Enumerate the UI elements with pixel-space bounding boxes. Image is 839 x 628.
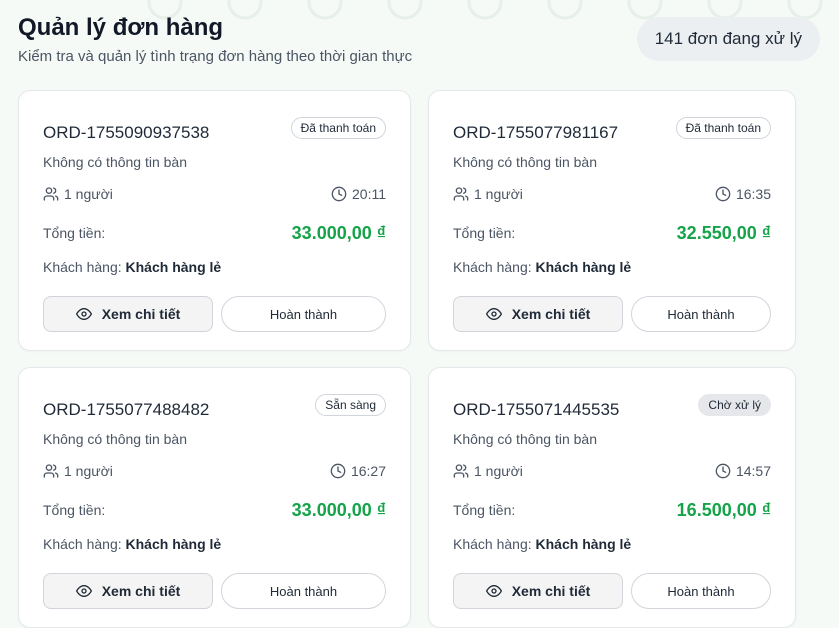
customer-label: Khách hàng: (453, 259, 532, 275)
order-card: ORD-1755077981167 Đã thanh toán Không có… (428, 90, 796, 351)
total-value: 33.000,00 ₫ (291, 500, 386, 520)
customer-row: Khách hàng: Khách hàng lẻ (43, 257, 386, 277)
users-icon (453, 464, 469, 478)
order-id: ORD-1755071445535 (453, 400, 620, 419)
order-time: 16:35 (715, 184, 771, 204)
guest-count-label: 1 người (64, 463, 113, 479)
complete-button[interactable]: Hoàn thành (221, 573, 386, 609)
status-badge: Sẵn sàng (315, 394, 386, 416)
customer-row: Khách hàng: Khách hàng lẻ (453, 534, 771, 554)
order-card: ORD-1755071445535 Chờ xử lý Không có thô… (428, 367, 796, 628)
customer-label: Khách hàng: (453, 536, 532, 552)
status-badge: Đã thanh toán (290, 117, 386, 139)
order-card: ORD-1755077488482 Sẵn sàng Không có thôn… (18, 367, 411, 628)
eye-icon (75, 585, 92, 597)
page-subtitle: Kiểm tra và quản lý tình trạng đơn hàng … (18, 48, 413, 65)
customer-label: Khách hàng: (43, 259, 122, 275)
order-time-label: 16:27 (350, 463, 386, 479)
view-detail-button[interactable]: Xem chi tiết (43, 296, 213, 332)
status-badge: Đã thanh toán (675, 117, 771, 139)
active-orders-count: 141 đơn đang xử lý (636, 17, 820, 61)
total-value: 33.000,00 ₫ (291, 223, 386, 243)
complete-button[interactable]: Hoàn thành (221, 296, 386, 332)
table-info: Không có thông tin bàn (453, 154, 598, 170)
customer-name: Khách hàng lẻ (535, 536, 632, 552)
guest-count: 1 người (453, 184, 523, 204)
view-detail-button[interactable]: Xem chi tiết (453, 296, 623, 332)
order-time: 20:11 (331, 184, 386, 204)
view-detail-label: Xem chi tiết (101, 583, 181, 599)
clock-icon (715, 463, 731, 479)
customer-row: Khách hàng: Khách hàng lẻ (453, 257, 771, 277)
guest-count-label: 1 người (474, 186, 523, 202)
guest-count: 1 người (43, 461, 113, 481)
complete-button[interactable]: Hoàn thành (631, 296, 771, 332)
order-time-label: 20:11 (352, 186, 386, 202)
view-detail-label: Xem chi tiết (511, 306, 591, 322)
eye-icon (75, 308, 92, 320)
clock-icon (331, 186, 347, 202)
page-header: Quản lý đơn hàng Kiểm tra và quản lý tìn… (18, 12, 412, 67)
eye-icon (485, 308, 502, 320)
guest-count-label: 1 người (64, 186, 113, 202)
eye-icon (485, 585, 502, 597)
page-title: Quản lý đơn hàng (18, 14, 224, 41)
status-badge: Chờ xử lý (698, 394, 771, 416)
customer-row: Khách hàng: Khách hàng lẻ (43, 534, 386, 554)
table-info: Không có thông tin bàn (453, 431, 598, 447)
order-id: ORD-1755077488482 (43, 400, 210, 419)
total-value: 16.500,00 ₫ (676, 500, 771, 520)
order-id: ORD-1755077981167 (453, 123, 619, 142)
view-detail-label: Xem chi tiết (511, 583, 591, 599)
view-detail-button[interactable]: Xem chi tiết (453, 573, 623, 609)
total-value: 32.550,00 ₫ (676, 223, 771, 243)
order-id: ORD-1755090937538 (43, 123, 210, 142)
guest-count-label: 1 người (474, 463, 523, 479)
customer-name: Khách hàng lẻ (125, 536, 222, 552)
guest-count: 1 người (453, 461, 523, 481)
order-time: 16:27 (330, 461, 386, 481)
total-label: Tổng tiền: (43, 502, 106, 518)
total-label: Tổng tiền: (453, 225, 516, 241)
table-info: Không có thông tin bàn (43, 154, 188, 170)
customer-name: Khách hàng lẻ (125, 259, 222, 275)
orders-grid: ORD-1755090937538 Đã thanh toán Không có… (18, 90, 820, 628)
clock-icon (330, 463, 346, 479)
guest-count: 1 người (43, 184, 113, 204)
view-detail-label: Xem chi tiết (101, 306, 181, 322)
customer-label: Khách hàng: (43, 536, 122, 552)
table-info: Không có thông tin bàn (43, 431, 188, 447)
order-time-label: 16:35 (735, 186, 771, 202)
order-card: ORD-1755090937538 Đã thanh toán Không có… (18, 90, 411, 351)
clock-icon (715, 186, 731, 202)
view-detail-button[interactable]: Xem chi tiết (43, 573, 213, 609)
complete-button[interactable]: Hoàn thành (631, 573, 771, 609)
customer-name: Khách hàng lẻ (535, 259, 632, 275)
users-icon (43, 187, 59, 201)
order-time-label: 14:57 (735, 463, 771, 479)
total-label: Tổng tiền: (453, 502, 516, 518)
total-label: Tổng tiền: (43, 225, 106, 241)
users-icon (43, 464, 59, 478)
order-time: 14:57 (715, 461, 771, 481)
users-icon (453, 187, 469, 201)
